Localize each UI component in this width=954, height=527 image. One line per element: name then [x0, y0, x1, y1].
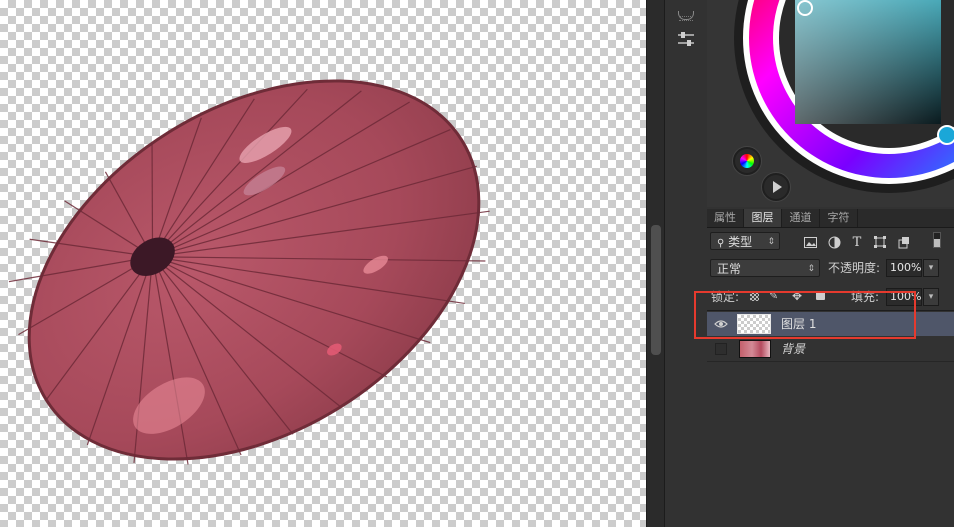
- updown-icon: ⇕: [767, 237, 775, 247]
- filter-kind-label: 类型: [728, 235, 753, 249]
- type-filter-icon[interactable]: T: [849, 234, 865, 250]
- panel-dock-strip: [664, 0, 708, 527]
- tab-label: 属性: [714, 211, 736, 224]
- color-wheel-panel[interactable]: [707, 0, 954, 207]
- tab-layers[interactable]: 图层: [744, 209, 782, 227]
- eye-icon[interactable]: [713, 316, 729, 332]
- lock-label: 锁定:: [711, 290, 740, 304]
- panel-tabs: 属性 图层 通道 字符: [707, 209, 954, 228]
- layer-thumbnail: [737, 314, 771, 334]
- document-canvas[interactable]: [0, 0, 646, 527]
- opacity-dropdown[interactable]: ▾: [923, 259, 939, 277]
- umbrella-image: [8, 79, 490, 465]
- divider: [707, 361, 954, 362]
- fill-input[interactable]: 100%: [886, 288, 922, 306]
- layer-thumbnail: [739, 340, 771, 358]
- opacity-label: 不透明度:: [828, 261, 881, 275]
- layer-row-layer1[interactable]: 图层 1: [707, 312, 954, 336]
- right-panels: 属性 图层 通道 字符 ⚲ 类型 ⇕ T 正常 ⇕ 不透明度: 100% ▾ 锁…: [707, 0, 954, 527]
- color-wheel[interactable]: [707, 0, 954, 207]
- opacity-input[interactable]: 100%: [886, 259, 922, 277]
- lock-position-icon[interactable]: ✥: [792, 289, 802, 303]
- divider: [707, 310, 954, 311]
- tab-label: 通道: [789, 211, 812, 224]
- tab-properties[interactable]: 属性: [707, 209, 744, 227]
- tab-label: 字符: [827, 211, 850, 224]
- tab-channels[interactable]: 通道: [782, 209, 820, 227]
- shape-filter-icon[interactable]: [872, 234, 888, 250]
- blend-mode-select[interactable]: 正常 ⇕: [710, 259, 820, 277]
- layer-row-background[interactable]: 背景: [707, 337, 954, 361]
- visibility-toggle[interactable]: [715, 343, 727, 355]
- scrollbar-thumb[interactable]: [651, 225, 661, 355]
- lock-all-icon[interactable]: [816, 292, 825, 300]
- dock-grip[interactable]: [679, 16, 693, 21]
- lock-image-icon[interactable]: ✎: [769, 289, 778, 302]
- play-icon[interactable]: [762, 173, 790, 201]
- color-wheel-icon[interactable]: [733, 147, 761, 175]
- image-filter-icon[interactable]: [802, 234, 818, 250]
- updown-icon: ⇕: [807, 264, 815, 274]
- blend-mode-label: 正常: [717, 262, 742, 276]
- search-icon: ⚲: [717, 238, 725, 249]
- fill-label: 填充:: [851, 290, 880, 304]
- brush-settings-icon[interactable]: [671, 24, 701, 54]
- tab-label: 图层: [751, 211, 774, 224]
- adjustment-filter-icon[interactable]: [826, 234, 842, 250]
- canvas-vertical-scrollbar[interactable]: [646, 0, 665, 527]
- layer-name[interactable]: 背景: [781, 337, 805, 361]
- fill-dropdown[interactable]: ▾: [923, 288, 939, 306]
- smart-object-filter-icon[interactable]: [896, 234, 912, 250]
- filter-toggle[interactable]: [933, 232, 941, 248]
- layer-name[interactable]: 图层 1: [781, 312, 816, 336]
- tab-character[interactable]: 字符: [820, 209, 858, 227]
- layer-filter-kind-select[interactable]: ⚲ 类型 ⇕: [710, 232, 780, 250]
- lock-pixels-icon[interactable]: [750, 292, 759, 301]
